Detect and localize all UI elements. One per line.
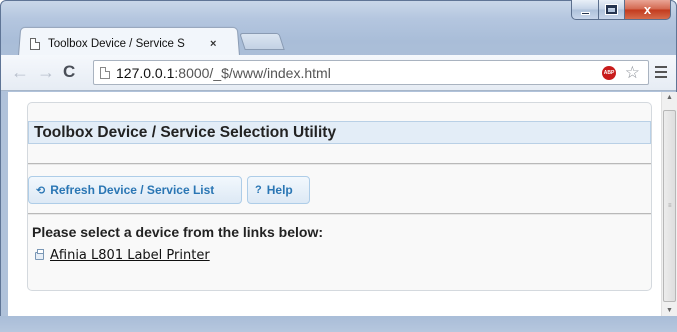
printer-icon: [35, 248, 44, 260]
forward-arrow-icon[interactable]: →: [37, 63, 55, 81]
browser-toolbar: ← → C 127.0.0.1:8000/_$/www/index.html A…: [1, 55, 676, 91]
help-icon: ?: [255, 184, 262, 196]
divider: [28, 213, 651, 215]
device-prompt: Please select a device from the links be…: [32, 224, 324, 240]
page-icon: [100, 66, 110, 79]
scroll-down-icon[interactable]: ▼: [666, 307, 673, 314]
window-bottom-border: [0, 316, 677, 332]
device-link-label: Afinia L801 Label Printer: [50, 248, 210, 263]
refresh-list-button[interactable]: ⟲ Refresh Device / Service List: [28, 176, 242, 204]
page-viewport: Toolbox Device / Service Selection Utili…: [8, 92, 661, 316]
browser-tab-content[interactable]: Toolbox Device / Service S ×: [30, 33, 240, 55]
bookmark-star-icon[interactable]: ☆: [625, 63, 640, 83]
page-icon: [30, 38, 40, 50]
tab-title: Toolbox Device / Service S: [48, 38, 185, 50]
refresh-button-label: Refresh Device / Service List: [50, 183, 215, 197]
page-title: Toolbox Device / Service Selection Utili…: [28, 121, 651, 144]
window-controls: x: [571, 0, 671, 20]
address-bar[interactable]: 127.0.0.1:8000/_$/www/index.html ABP ☆: [93, 60, 649, 85]
reload-icon[interactable]: C: [63, 63, 75, 81]
minimize-icon: [580, 11, 590, 15]
divider: [28, 163, 651, 165]
tab-close-icon[interactable]: ×: [210, 38, 216, 50]
close-window-button[interactable]: x: [625, 0, 671, 20]
url-text: 127.0.0.1:8000/_$/www/index.html: [116, 64, 331, 81]
scrollbar-thumb[interactable]: ≡: [663, 110, 676, 302]
grip-icon: ≡: [668, 203, 672, 209]
minimize-button[interactable]: [571, 0, 599, 20]
back-arrow-icon[interactable]: ←: [11, 63, 29, 81]
scroll-up-icon[interactable]: ▲: [666, 94, 673, 101]
refresh-icon: ⟲: [36, 184, 46, 197]
adblock-icon[interactable]: ABP: [602, 66, 616, 80]
device-link[interactable]: Afinia L801 Label Printer: [35, 248, 210, 263]
vertical-scrollbar[interactable]: ▲ ≡ ▼: [661, 92, 677, 316]
help-button[interactable]: ? Help: [247, 176, 310, 204]
browser-menu-icon[interactable]: [655, 66, 667, 78]
new-tab-button[interactable]: [239, 33, 285, 50]
maximize-button[interactable]: [599, 0, 625, 20]
maximize-icon: [605, 4, 618, 15]
utility-panel: Toolbox Device / Service Selection Utili…: [27, 102, 652, 291]
help-button-label: Help: [266, 183, 293, 197]
